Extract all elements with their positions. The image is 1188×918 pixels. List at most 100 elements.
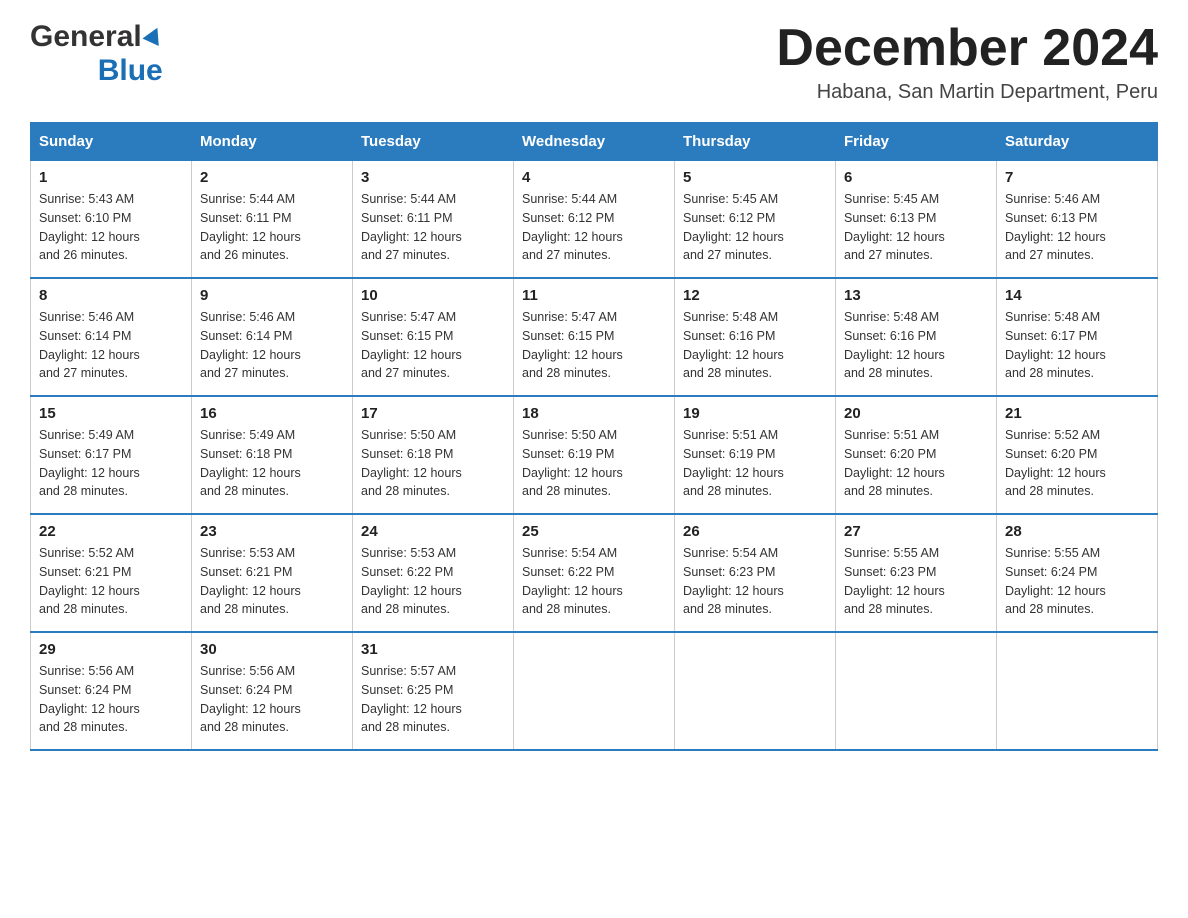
calendar-day-cell: 3 Sunrise: 5:44 AMSunset: 6:11 PMDaylight… <box>353 161 514 279</box>
day-number: 29 <box>39 641 183 658</box>
day-number: 19 <box>683 405 827 422</box>
calendar-day-cell: 18 Sunrise: 5:50 AMSunset: 6:19 PMDayligh… <box>514 396 675 514</box>
day-info: Sunrise: 5:49 AMSunset: 6:17 PMDaylight:… <box>39 426 183 501</box>
day-info: Sunrise: 5:48 AMSunset: 6:16 PMDaylight:… <box>683 308 827 383</box>
calendar-day-cell: 9 Sunrise: 5:46 AMSunset: 6:14 PMDaylight… <box>192 278 353 396</box>
calendar-week-row: 15 Sunrise: 5:49 AMSunset: 6:17 PMDayligh… <box>31 396 1158 514</box>
calendar-day-cell <box>514 632 675 750</box>
calendar-day-header: Saturday <box>997 123 1158 161</box>
calendar-day-header: Wednesday <box>514 123 675 161</box>
day-info: Sunrise: 5:45 AMSunset: 6:13 PMDaylight:… <box>844 190 988 265</box>
day-info: Sunrise: 5:56 AMSunset: 6:24 PMDaylight:… <box>39 662 183 737</box>
calendar-week-row: 22 Sunrise: 5:52 AMSunset: 6:21 PMDayligh… <box>31 514 1158 632</box>
day-number: 4 <box>522 169 666 186</box>
day-info: Sunrise: 5:46 AMSunset: 6:13 PMDaylight:… <box>1005 190 1149 265</box>
calendar-day-cell <box>997 632 1158 750</box>
day-info: Sunrise: 5:44 AMSunset: 6:12 PMDaylight:… <box>522 190 666 265</box>
day-info: Sunrise: 5:54 AMSunset: 6:22 PMDaylight:… <box>522 544 666 619</box>
day-info: Sunrise: 5:55 AMSunset: 6:24 PMDaylight:… <box>1005 544 1149 619</box>
day-info: Sunrise: 5:50 AMSunset: 6:19 PMDaylight:… <box>522 426 666 501</box>
calendar-day-cell: 29 Sunrise: 5:56 AMSunset: 6:24 PMDayligh… <box>31 632 192 750</box>
calendar-day-header: Friday <box>836 123 997 161</box>
day-number: 28 <box>1005 523 1149 540</box>
calendar-day-cell: 1Sunrise: 5:43 AMSunset: 6:10 PMDaylight… <box>31 161 192 279</box>
calendar-day-cell: 30 Sunrise: 5:56 AMSunset: 6:24 PMDayligh… <box>192 632 353 750</box>
day-number: 10 <box>361 287 505 304</box>
day-number: 3 <box>361 169 505 186</box>
day-info: Sunrise: 5:51 AMSunset: 6:19 PMDaylight:… <box>683 426 827 501</box>
day-info: Sunrise: 5:43 AMSunset: 6:10 PMDaylight:… <box>39 190 183 265</box>
day-number: 7 <box>1005 169 1149 186</box>
day-info: Sunrise: 5:53 AMSunset: 6:21 PMDaylight:… <box>200 544 344 619</box>
day-info: Sunrise: 5:55 AMSunset: 6:23 PMDaylight:… <box>844 544 988 619</box>
calendar-header: SundayMondayTuesdayWednesdayThursdayFrid… <box>31 123 1158 161</box>
calendar-day-cell: 22 Sunrise: 5:52 AMSunset: 6:21 PMDayligh… <box>31 514 192 632</box>
calendar-day-cell: 25 Sunrise: 5:54 AMSunset: 6:22 PMDayligh… <box>514 514 675 632</box>
day-number: 14 <box>1005 287 1149 304</box>
day-number: 26 <box>683 523 827 540</box>
calendar-day-cell <box>675 632 836 750</box>
calendar-day-header: Tuesday <box>353 123 514 161</box>
day-info: Sunrise: 5:46 AMSunset: 6:14 PMDaylight:… <box>200 308 344 383</box>
day-number: 27 <box>844 523 988 540</box>
calendar-day-header: Thursday <box>675 123 836 161</box>
calendar-day-cell: 12Sunrise: 5:48 AMSunset: 6:16 PMDayligh… <box>675 278 836 396</box>
day-number: 17 <box>361 405 505 422</box>
calendar-week-row: 29 Sunrise: 5:56 AMSunset: 6:24 PMDayligh… <box>31 632 1158 750</box>
calendar-day-cell: 28 Sunrise: 5:55 AMSunset: 6:24 PMDayligh… <box>997 514 1158 632</box>
title-block: December 2024 Habana, San Martin Departm… <box>776 20 1158 104</box>
day-number: 5 <box>683 169 827 186</box>
day-info: Sunrise: 5:48 AMSunset: 6:16 PMDaylight:… <box>844 308 988 383</box>
day-number: 20 <box>844 405 988 422</box>
calendar-day-cell: 20 Sunrise: 5:51 AMSunset: 6:20 PMDayligh… <box>836 396 997 514</box>
day-info: Sunrise: 5:50 AMSunset: 6:18 PMDaylight:… <box>361 426 505 501</box>
day-info: Sunrise: 5:46 AMSunset: 6:14 PMDaylight:… <box>39 308 183 383</box>
day-info: Sunrise: 5:44 AMSunset: 6:11 PMDaylight:… <box>361 190 505 265</box>
day-number: 8 <box>39 287 183 304</box>
day-info: Sunrise: 5:51 AMSunset: 6:20 PMDaylight:… <box>844 426 988 501</box>
calendar-week-row: 1Sunrise: 5:43 AMSunset: 6:10 PMDaylight… <box>31 161 1158 279</box>
day-number: 18 <box>522 405 666 422</box>
day-info: Sunrise: 5:52 AMSunset: 6:21 PMDaylight:… <box>39 544 183 619</box>
page-title: December 2024 <box>776 20 1158 77</box>
day-number: 25 <box>522 523 666 540</box>
calendar-day-cell: 16 Sunrise: 5:49 AMSunset: 6:18 PMDayligh… <box>192 396 353 514</box>
logo-blue-text: Blue <box>98 54 163 88</box>
calendar-day-cell: 6Sunrise: 5:45 AMSunset: 6:13 PMDaylight… <box>836 161 997 279</box>
calendar-day-cell: 19 Sunrise: 5:51 AMSunset: 6:19 PMDayligh… <box>675 396 836 514</box>
page-header: General Blue December 2024 Habana, San M… <box>30 20 1158 104</box>
page-subtitle: Habana, San Martin Department, Peru <box>776 81 1158 104</box>
day-number: 16 <box>200 405 344 422</box>
calendar-day-cell: 11Sunrise: 5:47 AMSunset: 6:15 PMDayligh… <box>514 278 675 396</box>
day-number: 22 <box>39 523 183 540</box>
calendar-day-cell: 10Sunrise: 5:47 AMSunset: 6:15 PMDayligh… <box>353 278 514 396</box>
calendar-day-cell: 2 Sunrise: 5:44 AMSunset: 6:11 PMDaylight… <box>192 161 353 279</box>
day-number: 2 <box>200 169 344 186</box>
day-info: Sunrise: 5:44 AMSunset: 6:11 PMDaylight:… <box>200 190 344 265</box>
calendar-day-cell: 17 Sunrise: 5:50 AMSunset: 6:18 PMDayligh… <box>353 396 514 514</box>
calendar-day-cell: 26 Sunrise: 5:54 AMSunset: 6:23 PMDayligh… <box>675 514 836 632</box>
day-number: 24 <box>361 523 505 540</box>
day-number: 23 <box>200 523 344 540</box>
calendar-day-header: Monday <box>192 123 353 161</box>
day-info: Sunrise: 5:57 AMSunset: 6:25 PMDaylight:… <box>361 662 505 737</box>
day-info: Sunrise: 5:48 AMSunset: 6:17 PMDaylight:… <box>1005 308 1149 383</box>
day-number: 21 <box>1005 405 1149 422</box>
day-info: Sunrise: 5:54 AMSunset: 6:23 PMDaylight:… <box>683 544 827 619</box>
day-number: 9 <box>200 287 344 304</box>
calendar-day-cell: 14 Sunrise: 5:48 AMSunset: 6:17 PMDayligh… <box>997 278 1158 396</box>
logo-triangle-icon <box>142 24 165 46</box>
calendar-day-cell: 5Sunrise: 5:45 AMSunset: 6:12 PMDaylight… <box>675 161 836 279</box>
day-info: Sunrise: 5:52 AMSunset: 6:20 PMDaylight:… <box>1005 426 1149 501</box>
calendar-day-cell: 7 Sunrise: 5:46 AMSunset: 6:13 PMDaylight… <box>997 161 1158 279</box>
day-number: 30 <box>200 641 344 658</box>
calendar-day-header: Sunday <box>31 123 192 161</box>
day-info: Sunrise: 5:49 AMSunset: 6:18 PMDaylight:… <box>200 426 344 501</box>
day-info: Sunrise: 5:56 AMSunset: 6:24 PMDaylight:… <box>200 662 344 737</box>
calendar-day-cell: 27 Sunrise: 5:55 AMSunset: 6:23 PMDayligh… <box>836 514 997 632</box>
logo-general-text: General <box>30 20 142 54</box>
day-number: 15 <box>39 405 183 422</box>
day-info: Sunrise: 5:47 AMSunset: 6:15 PMDaylight:… <box>522 308 666 383</box>
calendar-table: SundayMondayTuesdayWednesdayThursdayFrid… <box>30 122 1158 751</box>
day-number: 31 <box>361 641 505 658</box>
